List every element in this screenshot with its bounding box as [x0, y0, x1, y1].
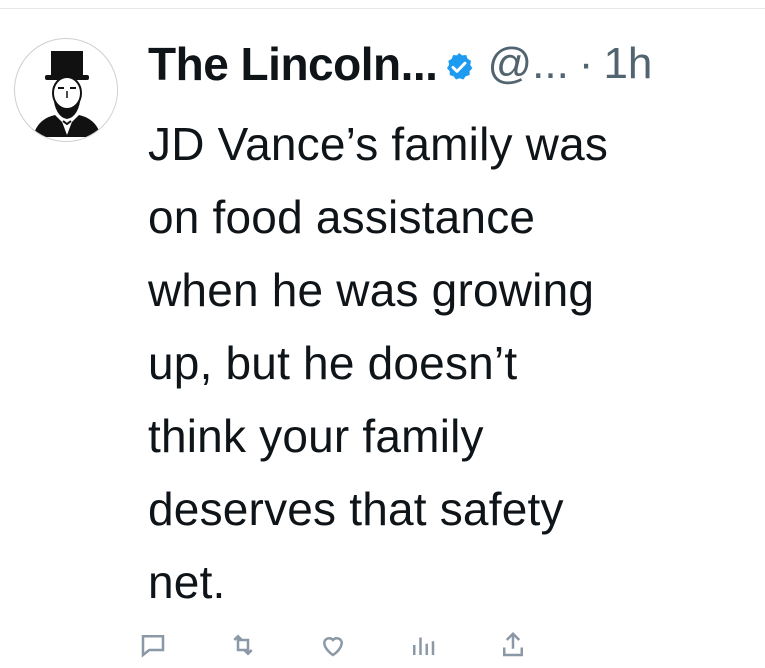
tweet-text: JD Vance’s family was on food assistance…	[148, 118, 609, 608]
comment-icon[interactable]	[138, 630, 168, 660]
lincoln-portrait-icon	[17, 41, 117, 141]
retweet-icon[interactable]	[228, 630, 258, 660]
verified-badge-icon	[443, 51, 475, 83]
like-icon[interactable]	[318, 630, 348, 660]
avatar[interactable]	[14, 38, 118, 142]
separator-dot: ·	[578, 39, 594, 88]
top-divider	[0, 8, 765, 9]
timestamp[interactable]: 1h	[603, 39, 652, 89]
display-name[interactable]: The Lincoln...	[148, 37, 438, 91]
share-icon[interactable]	[498, 630, 528, 660]
views-icon[interactable]	[408, 630, 438, 660]
handle[interactable]: @...	[487, 39, 568, 89]
tweet-header: The Lincoln... @... · 1h	[148, 34, 652, 94]
action-bar	[138, 630, 738, 660]
